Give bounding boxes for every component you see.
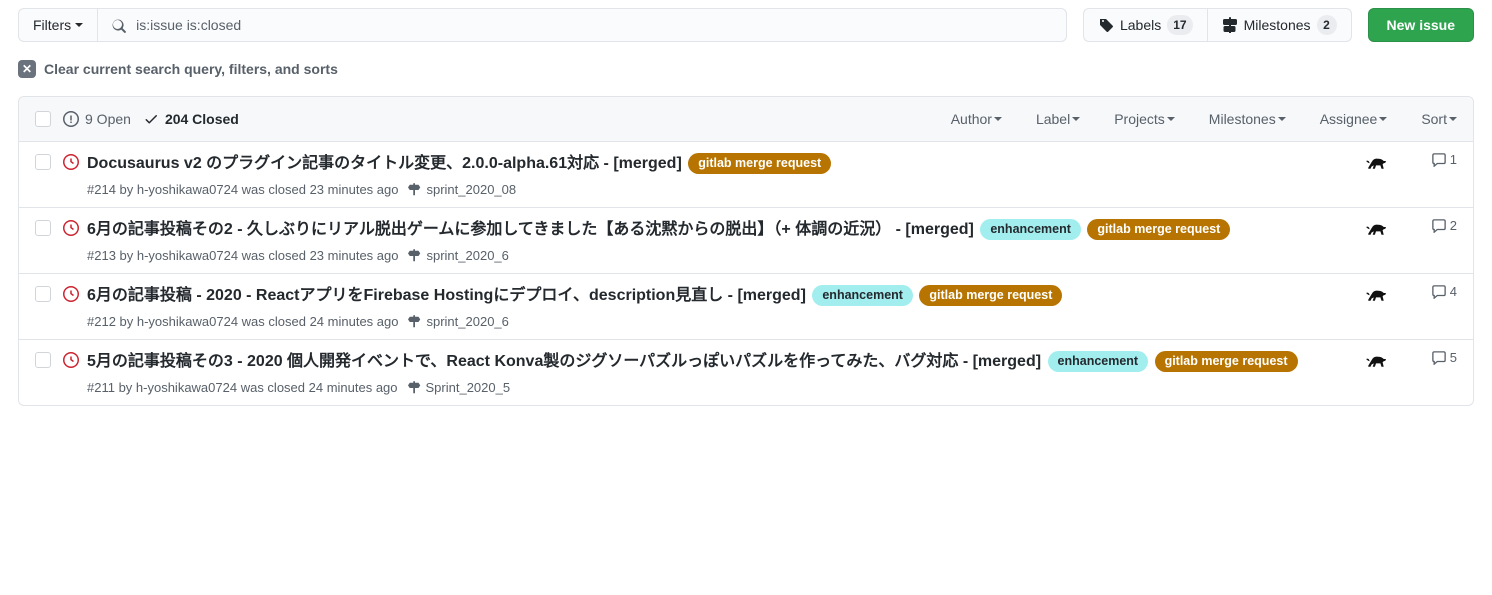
comments-count: 4: [1450, 284, 1457, 299]
new-issue-label: New issue: [1387, 17, 1455, 33]
label-chip[interactable]: enhancement: [1048, 351, 1149, 372]
chevron-down-icon: [1072, 117, 1080, 121]
assignee-avatar[interactable]: [1365, 289, 1387, 305]
issue-row: Docusaurus v2 のプラグイン記事のタイトル変更、2.0.0-alph…: [19, 142, 1473, 207]
comment-icon: [1432, 153, 1446, 167]
comment-icon: [1432, 219, 1446, 233]
label-chip[interactable]: gitlab merge request: [919, 285, 1062, 306]
comments-link[interactable]: 1: [1425, 152, 1457, 167]
labels-text: Labels: [1120, 17, 1161, 33]
search-icon: [110, 17, 126, 33]
milestone-link[interactable]: sprint_2020_6: [408, 314, 508, 329]
new-issue-button[interactable]: New issue: [1368, 8, 1474, 42]
chevron-down-icon: [1379, 117, 1387, 121]
label-chip[interactable]: gitlab merge request: [1155, 351, 1298, 372]
label-chip[interactable]: gitlab merge request: [688, 153, 831, 174]
milestones-button[interactable]: Milestones 2: [1207, 8, 1352, 42]
milestone-link[interactable]: Sprint_2020_5: [408, 380, 511, 395]
comments-count: 2: [1450, 218, 1457, 233]
issue-meta: #213 by h-yoshikawa0724 was closed 23 mi…: [87, 248, 398, 263]
search-input[interactable]: [134, 16, 1054, 34]
milestone-icon: [408, 183, 422, 197]
issue-closed-icon: [63, 352, 79, 368]
row-checkbox[interactable]: [35, 352, 51, 368]
issue-row: 5月の記事投稿その3 - 2020 個人開発イベントで、React Konva製…: [19, 339, 1473, 405]
milestone-link[interactable]: sprint_2020_6: [408, 248, 508, 263]
tab-closed-text: 204 Closed: [165, 111, 239, 127]
search-wrap: [97, 8, 1067, 42]
labels-milestones-group: Labels 17 Milestones 2: [1083, 8, 1352, 42]
labels-count: 17: [1167, 15, 1192, 35]
milestone-icon: [408, 315, 422, 329]
tab-open[interactable]: 9 Open: [63, 111, 131, 127]
issue-title-link[interactable]: 6月の記事投稿その2 - 久しぶりにリアル脱出ゲームに参加してきました【ある沈黙…: [87, 221, 974, 238]
filters-button[interactable]: Filters: [18, 8, 97, 42]
filters-label: Filters: [33, 17, 71, 33]
comments-count: 1: [1450, 152, 1457, 167]
check-icon: [143, 111, 159, 127]
issue-closed-icon: [63, 286, 79, 302]
milestone-text: sprint_2020_6: [426, 314, 508, 329]
row-checkbox[interactable]: [35, 220, 51, 236]
milestone-text: Sprint_2020_5: [426, 380, 511, 395]
issue-meta: #212 by h-yoshikawa0724 was closed 24 mi…: [87, 314, 398, 329]
tab-open-text: 9 Open: [85, 111, 131, 127]
comment-icon: [1432, 285, 1446, 299]
filter-milestones[interactable]: Milestones: [1209, 111, 1286, 127]
issue-title-link[interactable]: 5月の記事投稿その3 - 2020 個人開発イベントで、React Konva製…: [87, 353, 1041, 370]
issue-title-link[interactable]: Docusaurus v2 のプラグイン記事のタイトル変更、2.0.0-alph…: [87, 155, 682, 172]
label-chip[interactable]: gitlab merge request: [1087, 219, 1230, 240]
milestone-text: sprint_2020_08: [426, 182, 516, 197]
assignee-avatar[interactable]: [1365, 355, 1387, 371]
assignee-avatar[interactable]: [1365, 157, 1387, 173]
milestones-count: 2: [1317, 15, 1337, 35]
filter-projects[interactable]: Projects: [1114, 111, 1175, 127]
issue-meta: #214 by h-yoshikawa0724 was closed 23 mi…: [87, 182, 398, 197]
issue-row: 6月の記事投稿その2 - 久しぶりにリアル脱出ゲームに参加してきました【ある沈黙…: [19, 207, 1473, 273]
filter-author[interactable]: Author: [951, 111, 1002, 127]
issue-list: 9 Open 204 Closed Author Label Projects …: [18, 96, 1474, 406]
milestone-text: sprint_2020_6: [426, 248, 508, 263]
milestone-icon: [408, 249, 422, 263]
list-header: 9 Open 204 Closed Author Label Projects …: [19, 97, 1473, 142]
chevron-down-icon: [1278, 117, 1286, 121]
select-all-checkbox[interactable]: [35, 111, 51, 127]
issue-row: 6月の記事投稿 - 2020 - ReactアプリをFirebase Hosti…: [19, 273, 1473, 339]
chevron-down-icon: [1449, 117, 1457, 121]
milestone-link[interactable]: sprint_2020_08: [408, 182, 516, 197]
chevron-down-icon: [1167, 117, 1175, 121]
comments-link[interactable]: 4: [1425, 284, 1457, 299]
filter-label[interactable]: Label: [1036, 111, 1080, 127]
issue-open-icon: [63, 111, 79, 127]
tag-icon: [1098, 17, 1114, 33]
clear-filters-link[interactable]: ✕ Clear current search query, filters, a…: [18, 60, 1474, 78]
issue-meta: #211 by h-yoshikawa0724 was closed 24 mi…: [87, 380, 398, 395]
milestone-icon: [1222, 17, 1238, 33]
issue-closed-icon: [63, 154, 79, 170]
chevron-down-icon: [994, 117, 1002, 121]
comments-count: 5: [1450, 350, 1457, 365]
milestones-text: Milestones: [1244, 17, 1311, 33]
assignee-avatar[interactable]: [1365, 223, 1387, 239]
row-checkbox[interactable]: [35, 154, 51, 170]
chevron-down-icon: [75, 23, 83, 27]
comments-link[interactable]: 2: [1425, 218, 1457, 233]
issue-title-link[interactable]: 6月の記事投稿 - 2020 - ReactアプリをFirebase Hosti…: [87, 287, 806, 304]
filter-assignee[interactable]: Assignee: [1320, 111, 1388, 127]
issue-closed-icon: [63, 220, 79, 236]
comments-link[interactable]: 5: [1425, 350, 1457, 365]
milestone-icon: [408, 381, 422, 395]
label-chip[interactable]: enhancement: [980, 219, 1081, 240]
clear-filters-text: Clear current search query, filters, and…: [44, 61, 338, 77]
close-icon: ✕: [18, 60, 36, 78]
comment-icon: [1432, 351, 1446, 365]
label-chip[interactable]: enhancement: [812, 285, 913, 306]
tab-closed[interactable]: 204 Closed: [143, 111, 239, 127]
filter-sort[interactable]: Sort: [1421, 111, 1457, 127]
row-checkbox[interactable]: [35, 286, 51, 302]
labels-button[interactable]: Labels 17: [1083, 8, 1207, 42]
